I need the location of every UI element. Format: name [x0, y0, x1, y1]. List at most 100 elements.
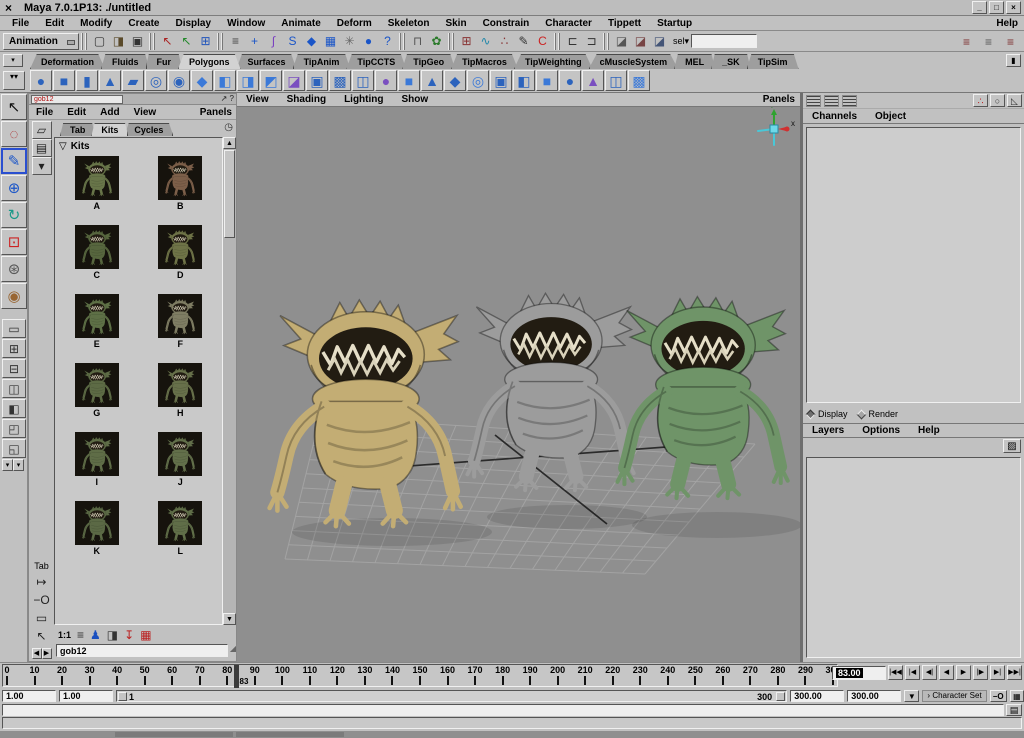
- menu-skin[interactable]: Skin: [437, 18, 474, 29]
- speed-state-icon[interactable]: ○: [990, 94, 1005, 107]
- strip-scroll-left-icon[interactable]: ◀: [32, 648, 42, 659]
- channel-layout-1-icon[interactable]: [806, 95, 821, 107]
- poly-cone-icon[interactable]: ▲: [99, 70, 121, 91]
- command-line-input[interactable]: [2, 704, 1004, 716]
- perspective-viewport[interactable]: Panels ViewShadingLightingShow xy: [237, 93, 800, 662]
- layout-single-pane[interactable]: ▭: [2, 319, 26, 338]
- tear-off-icon[interactable]: ↗ ?: [221, 94, 234, 103]
- select-tool[interactable]: ↖: [1, 94, 27, 120]
- set-key-icon[interactable]: ↦: [32, 573, 52, 591]
- visor-tab-cycles[interactable]: Cycles: [124, 123, 173, 136]
- step-forward-key-button[interactable]: ▶|: [990, 665, 1005, 680]
- boolean-intersect-icon[interactable]: ◫: [352, 70, 374, 91]
- menu-tippett[interactable]: Tippett: [600, 18, 649, 29]
- offset-edge-icon[interactable]: ●: [559, 70, 581, 91]
- kit-thumbnail-D[interactable]: [158, 225, 202, 269]
- playback-start-field[interactable]: [59, 690, 113, 702]
- select-hierarchy-icon[interactable]: ↖: [158, 32, 177, 50]
- shelf-tab-_sk[interactable]: _SK: [711, 54, 751, 69]
- close-button[interactable]: ×: [1006, 1, 1021, 14]
- cut-faces-icon[interactable]: ▣: [490, 70, 512, 91]
- menu-file[interactable]: File: [4, 18, 37, 29]
- layout-outliner-persp[interactable]: ◧: [2, 399, 26, 418]
- split-poly-icon[interactable]: ◧: [513, 70, 535, 91]
- menu-deform[interactable]: Deform: [329, 18, 380, 29]
- filter-icon[interactable]: ≡: [77, 628, 84, 642]
- shelf-tab-surfaces[interactable]: Surfaces: [237, 54, 297, 69]
- kit-thumbnail-L[interactable]: [158, 501, 202, 545]
- pen-icon[interactable]: ✎: [514, 32, 533, 50]
- animation-preferences-button[interactable]: ▦: [1010, 690, 1024, 702]
- kit-thumbnail-C[interactable]: [75, 225, 119, 269]
- layers-menu-layers[interactable]: Layers: [803, 425, 853, 436]
- play-backward-button[interactable]: ◀: [939, 665, 954, 680]
- shelf-menu-button[interactable]: ▾▾: [3, 71, 25, 90]
- go-to-end-button[interactable]: ▶▶|: [1007, 665, 1022, 680]
- range-slider[interactable]: 1 300: [116, 690, 787, 702]
- pointer-icon[interactable]: ↖: [32, 627, 52, 645]
- shelf-tab-tipsim[interactable]: TipSim: [747, 54, 799, 69]
- snap-plane-icon[interactable]: ◆: [302, 32, 321, 50]
- menu-startup[interactable]: Startup: [649, 18, 700, 29]
- collapse-arrow-icon[interactable]: ▽: [59, 141, 67, 152]
- current-time-field[interactable]: 83.00: [832, 666, 886, 680]
- channel-menu-channels[interactable]: Channels: [803, 111, 866, 122]
- save-scene-icon[interactable]: ▣: [128, 32, 147, 50]
- shelf-tab-polygons[interactable]: Polygons: [178, 54, 241, 69]
- layers-menu-options[interactable]: Options: [853, 425, 909, 436]
- toolbox-mini-button-1[interactable]: ▾: [2, 459, 13, 471]
- playback-end-field[interactable]: [790, 690, 844, 702]
- shelf-tab-tipweighting[interactable]: TipWeighting: [514, 54, 593, 69]
- go-to-start-button[interactable]: |◀◀: [888, 665, 903, 680]
- kit-thumbnail-A[interactable]: [75, 156, 119, 200]
- paint-select-tool[interactable]: ✎: [1, 148, 27, 174]
- snap-curve-icon[interactable]: ∫: [264, 32, 283, 50]
- layout-two-side[interactable]: ◫: [2, 379, 26, 398]
- kits-section-header[interactable]: ▽ Kits: [55, 138, 222, 152]
- menu-window[interactable]: Window: [219, 18, 273, 29]
- kit-thumbnail-H[interactable]: [158, 363, 202, 407]
- panel-toggle-1-icon[interactable]: ≡: [957, 33, 976, 51]
- shelf-options-button[interactable]: ▮: [1006, 54, 1021, 67]
- panel-menu-edit[interactable]: Edit: [60, 107, 93, 118]
- append-icon[interactable]: ◎: [467, 70, 489, 91]
- character-set-button[interactable]: › Character Set: [922, 690, 986, 702]
- play-forward-button[interactable]: ▶: [956, 665, 971, 680]
- menu-character[interactable]: Character: [537, 18, 600, 29]
- kit-thumbnail-E[interactable]: [75, 294, 119, 338]
- menu-display[interactable]: Display: [167, 18, 219, 29]
- poly-cube-icon[interactable]: ■: [53, 70, 75, 91]
- input-connections-icon[interactable]: ⊏: [563, 32, 582, 50]
- separate-icon[interactable]: ◩: [260, 70, 282, 91]
- save-icon[interactable]: ▤: [32, 139, 52, 157]
- title-bar[interactable]: × Maya 7.0.1P13: ./untitled _ □ ×: [0, 0, 1024, 16]
- open-scene-icon[interactable]: ◨: [109, 32, 128, 50]
- poly-prism-icon[interactable]: ◉: [168, 70, 190, 91]
- show-manipulators-icon[interactable]: ∴: [973, 94, 988, 107]
- shelf-tab-deformation[interactable]: Deformation: [30, 54, 105, 69]
- range-start-handle[interactable]: [118, 692, 127, 701]
- shelf-tab-fur[interactable]: Fur: [146, 54, 183, 69]
- snap-grid-icon[interactable]: +: [245, 32, 264, 50]
- curve-icon[interactable]: ∿: [476, 32, 495, 50]
- step-forward-frame-button[interactable]: |▶: [973, 665, 988, 680]
- subdiv-proxy-icon[interactable]: ◧: [214, 70, 236, 91]
- select-object-icon[interactable]: ↖: [177, 32, 196, 50]
- combine-icon[interactable]: ◨: [237, 70, 259, 91]
- panel-menu-panels[interactable]: Panels: [200, 107, 232, 118]
- strip-scroll-right-icon[interactable]: ▶: [42, 648, 52, 659]
- step-back-frame-button[interactable]: ◀|: [922, 665, 937, 680]
- panel-menu-view[interactable]: View: [127, 107, 164, 118]
- extract-icon[interactable]: ◪: [283, 70, 305, 91]
- boolean-union-icon[interactable]: ▣: [306, 70, 328, 91]
- panel-title-bar[interactable]: gob12 ↗ ?: [29, 94, 236, 105]
- image-icon[interactable]: ◨: [107, 628, 118, 642]
- bevel-icon[interactable]: ▲: [421, 70, 443, 91]
- poke-face-icon[interactable]: ▲: [582, 70, 604, 91]
- kit-thumbnail-I[interactable]: [75, 432, 119, 476]
- step-back-key-button[interactable]: |◀: [905, 665, 920, 680]
- move-tool[interactable]: ⊕: [1, 175, 27, 201]
- range-end-handle[interactable]: [776, 692, 785, 701]
- mirror-geometry-icon[interactable]: ●: [375, 70, 397, 91]
- kit-thumbnail-F[interactable]: [158, 294, 202, 338]
